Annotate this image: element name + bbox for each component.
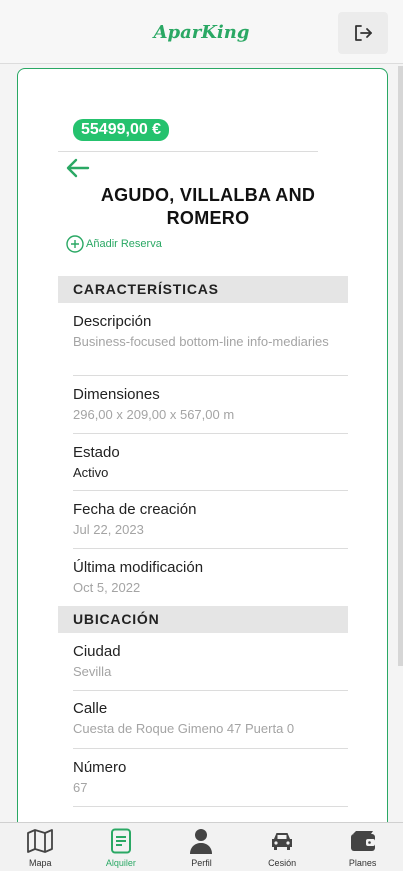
- app-header: AparKing: [0, 0, 403, 64]
- section-location: UBICACIÓN: [58, 606, 348, 633]
- nav-item-mapa[interactable]: Mapa: [0, 823, 81, 871]
- add-reservation-button[interactable]: Añadir Reserva: [66, 235, 162, 253]
- divider: [58, 151, 318, 152]
- field-descripcion: Descripción Business-focused bottom-line…: [73, 313, 348, 376]
- field-label: Estado: [73, 444, 120, 461]
- field-calle: Calle Cuesta de Roque Gimeno 47 Puerta 0: [73, 700, 348, 749]
- field-label: Fecha de creación: [73, 501, 197, 518]
- field-value: Sevilla: [73, 664, 112, 679]
- field-label: Última modificación: [73, 559, 204, 576]
- field-label: Ciudad: [73, 643, 121, 660]
- field-value: 67: [73, 780, 88, 795]
- nav-item-alquiler[interactable]: Alquiler: [81, 823, 162, 871]
- field-label: Descripción: [73, 313, 152, 330]
- nav-item-planes[interactable]: Planes: [322, 823, 403, 871]
- logout-icon: [355, 25, 372, 41]
- nav-item-cesion[interactable]: Cesión: [242, 823, 323, 871]
- plus-circle-icon: [66, 235, 84, 253]
- nav-label: Mapa: [29, 858, 52, 868]
- field-value: Oct 5, 2022: [73, 580, 141, 595]
- field-label: Dimensiones: [73, 386, 160, 403]
- car-icon: [272, 833, 293, 850]
- field-value: Jul 22, 2023: [73, 522, 144, 537]
- field-label: Calle: [73, 700, 108, 717]
- listing-title: AGUDO, VILLALBA AND ROMERO: [100, 185, 316, 228]
- document-icon: [110, 828, 131, 854]
- field-value: Activo: [73, 465, 109, 480]
- scrollbar[interactable]: [398, 66, 403, 666]
- user-icon: [190, 829, 213, 854]
- logout-button[interactable]: [338, 12, 388, 54]
- field-ciudad: Ciudad Sevilla: [73, 643, 348, 691]
- map-icon: [27, 829, 54, 853]
- field-value: 296,00 x 209,00 x 567,00 m: [73, 407, 235, 422]
- field-dimensiones: Dimensiones 296,00 x 209,00 x 567,00 m: [73, 386, 348, 434]
- field-ultima-modificacion: Última modificación Oct 5, 2022: [73, 559, 348, 605]
- back-arrow-icon[interactable]: [66, 157, 90, 179]
- field-estado: Estado Activo: [73, 444, 348, 491]
- nav-label: Planes: [348, 858, 377, 868]
- nav-label: Perfil: [191, 858, 212, 868]
- bottom-navigation: Mapa Alquiler Perfil Cesión Planes: [0, 822, 403, 871]
- wallet-icon: [350, 831, 375, 851]
- price-badge: 55499,00 €: [73, 119, 170, 141]
- nav-label: Cesión: [268, 858, 297, 868]
- nav-item-perfil[interactable]: Perfil: [161, 823, 242, 871]
- field-label: Número: [73, 759, 127, 776]
- field-value: Cuesta de Roque Gimeno 47 Puerta 0: [73, 721, 295, 736]
- listing-card: 55499,00 € AGUDO, VILLALBA AND ROMERO Añ…: [17, 68, 388, 858]
- field-numero: Número 67: [73, 759, 348, 807]
- field-fecha-creacion: Fecha de creación Jul 22, 2023: [73, 501, 348, 549]
- add-reservation-label: Añadir Reserva: [86, 238, 162, 250]
- nav-label: Alquiler: [105, 858, 136, 868]
- section-characteristics: CARACTERÍSTICAS: [58, 276, 348, 303]
- field-value: Business-focused bottom-line info-mediar…: [73, 334, 329, 349]
